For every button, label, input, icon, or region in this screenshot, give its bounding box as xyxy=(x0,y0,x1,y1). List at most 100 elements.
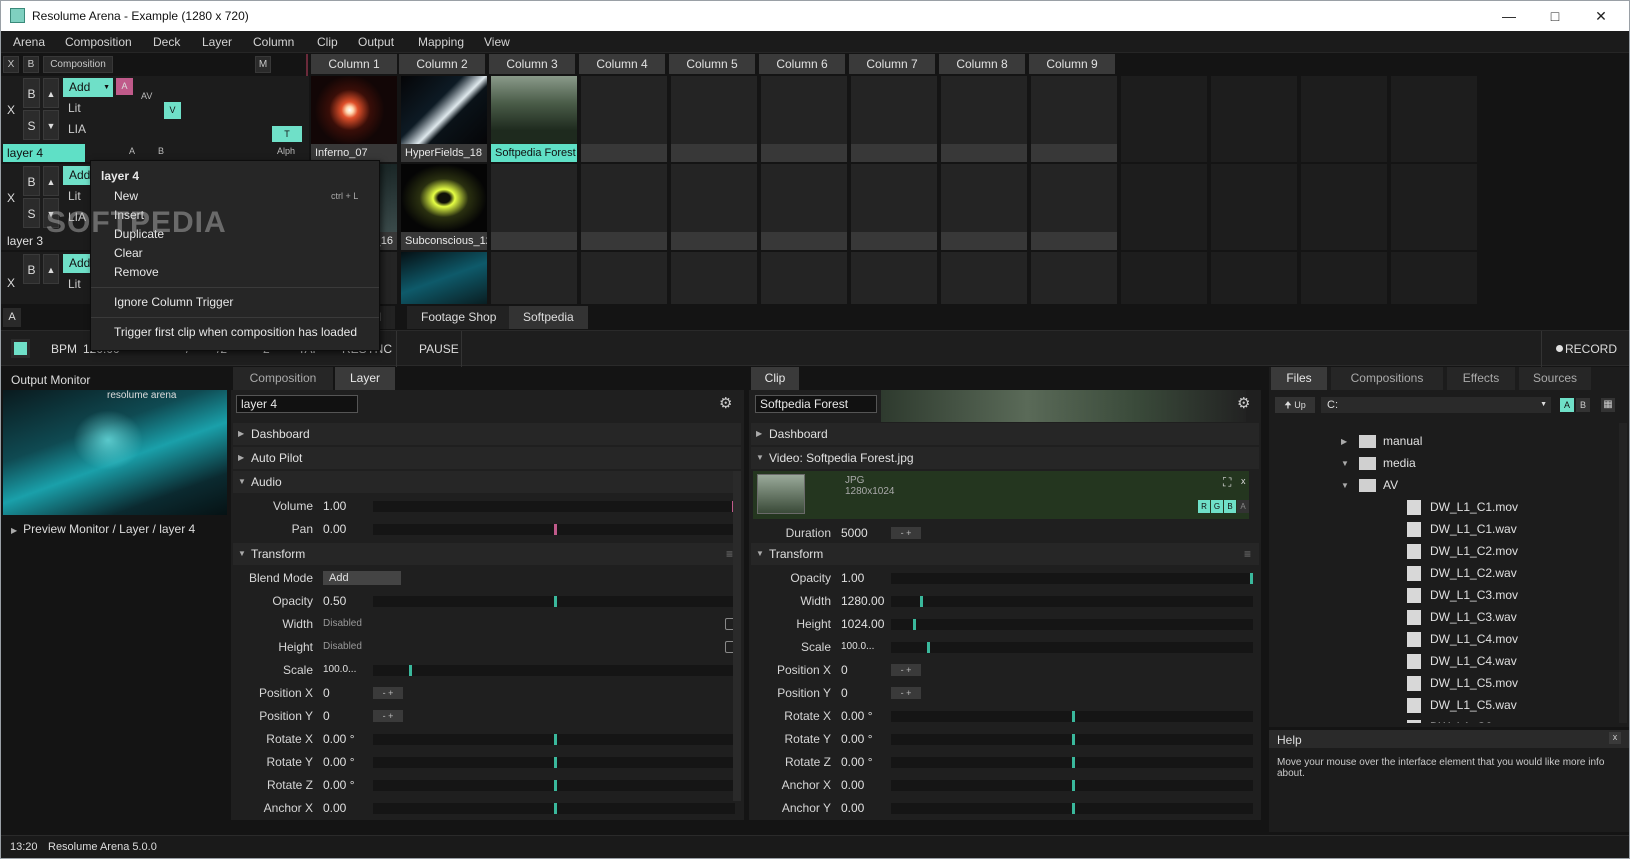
composition-button[interactable]: Composition xyxy=(43,56,113,73)
browser-tab-sources[interactable]: Sources xyxy=(1519,367,1591,390)
file-item[interactable]: DW_L1_C5.wav xyxy=(1269,695,1609,716)
deck-tab-softpedia[interactable]: Softpedia xyxy=(509,306,588,329)
clip-param-value[interactable]: 0 xyxy=(841,659,848,681)
clip-slot[interactable] xyxy=(1121,164,1207,250)
browser-deck-b-button[interactable]: B xyxy=(1576,398,1590,412)
browser-tab-effects[interactable]: Effects xyxy=(1447,367,1515,390)
layer-param-value[interactable]: 0.50 xyxy=(323,590,346,612)
layer-4-clear-button[interactable]: X xyxy=(3,78,19,142)
layer-param-value[interactable]: 0.00 xyxy=(323,797,346,819)
clip-slot[interactable] xyxy=(761,164,847,250)
clip-slot[interactable]: Inferno_07 xyxy=(311,76,397,162)
layer-2-bypass-button[interactable]: B xyxy=(23,254,40,284)
plus-minus-stepper[interactable]: - + xyxy=(373,710,403,722)
layer-4-lit-label[interactable]: Lit xyxy=(68,101,81,115)
clip-slot[interactable]: Softpedia Forest xyxy=(491,76,577,162)
file-item[interactable]: DW_L1_C2.wav xyxy=(1269,563,1609,584)
clip-slot[interactable] xyxy=(1031,164,1117,250)
layer-param-value[interactable]: Disabled xyxy=(323,636,362,658)
menu-composition[interactable]: Composition xyxy=(65,35,132,49)
column-header-4[interactable]: Column 4 xyxy=(579,54,665,74)
fullscreen-icon[interactable]: ⛶ xyxy=(1223,475,1231,490)
context-menu-clear[interactable]: Clear xyxy=(114,246,143,260)
tab-layer[interactable]: Layer xyxy=(335,367,395,390)
remove-video-button[interactable]: x xyxy=(1241,476,1246,486)
clip-param-value[interactable]: 0.00 ° xyxy=(841,705,873,727)
clip-param-value[interactable]: 1024.00 xyxy=(841,613,884,635)
browser-tab-files[interactable]: Files xyxy=(1271,367,1327,390)
clip-slot[interactable]: HyperFields_18 xyxy=(401,76,487,162)
channel-r-toggle[interactable]: R xyxy=(1198,500,1210,513)
clip-slot[interactable] xyxy=(1391,252,1477,304)
clip-name-field[interactable]: Softpedia Forest xyxy=(755,395,877,413)
clip-slot[interactable] xyxy=(851,252,937,304)
slider-handle[interactable] xyxy=(554,803,557,814)
clip-param-slider[interactable] xyxy=(891,573,1253,584)
clip-slot[interactable] xyxy=(1391,164,1477,250)
context-menu-ignore-column-trigger[interactable]: Ignore Column Trigger xyxy=(114,295,233,309)
layer-3-clear-button[interactable]: X xyxy=(3,166,19,230)
clip-slot[interactable] xyxy=(761,252,847,304)
layer-param-slider[interactable] xyxy=(373,803,735,814)
file-item[interactable]: DW_L1_C1.mov xyxy=(1269,497,1609,518)
clip-slot[interactable] xyxy=(671,252,757,304)
drag-handle-icon[interactable]: ≡ xyxy=(726,543,733,565)
layer-param-value[interactable]: 100.0... xyxy=(323,659,356,681)
preview-monitor-expander[interactable]: ▶ Preview Monitor / Layer / layer 4 xyxy=(11,522,195,536)
chevron-down-icon[interactable]: ▼ xyxy=(1341,453,1349,474)
layer-4-down-button[interactable]: ▼ xyxy=(43,110,59,140)
clip-slot[interactable] xyxy=(581,164,667,250)
plus-minus-stepper[interactable]: - + xyxy=(891,527,921,539)
clip-param-value[interactable]: 1280.00 xyxy=(841,590,884,612)
minimize-button[interactable]: — xyxy=(1486,1,1532,31)
clip-param-slider[interactable] xyxy=(891,711,1253,722)
output-monitor-preview[interactable]: resolume arena xyxy=(3,390,227,515)
clip-slot[interactable] xyxy=(941,76,1027,162)
slider-handle[interactable] xyxy=(1072,803,1075,814)
folder-item[interactable]: ▼ AV xyxy=(1269,475,1609,496)
clip-slot[interactable] xyxy=(1031,252,1117,304)
audio-section[interactable]: ▼ Audio xyxy=(233,471,741,493)
layer-3-name[interactable]: layer 3 xyxy=(3,232,43,250)
clip-param-slider[interactable] xyxy=(891,780,1253,791)
context-menu-trigger-first-clip[interactable]: Trigger first clip when composition has … xyxy=(114,325,357,339)
video-section[interactable]: ▼ Video: Softpedia Forest.jpg xyxy=(751,447,1259,469)
video-thumbnail[interactable] xyxy=(757,474,805,514)
clip-slot[interactable] xyxy=(491,252,577,304)
layer-param-slider[interactable] xyxy=(373,665,735,676)
layer-4-bypass-button[interactable]: B xyxy=(23,78,40,108)
layer-panel-scrollbar[interactable] xyxy=(733,471,741,801)
layer-2-blend-select[interactable]: Add xyxy=(63,254,93,273)
column-header-1[interactable]: Column 1 xyxy=(311,54,397,74)
dashboard-section[interactable]: ▶ Dashboard xyxy=(233,423,741,445)
clip-slot[interactable] xyxy=(851,76,937,162)
layer-param-value[interactable]: 0 xyxy=(323,682,330,704)
menu-view[interactable]: View xyxy=(484,35,510,49)
folder-item[interactable]: ▶ manual xyxy=(1269,431,1609,452)
clip-param-slider[interactable] xyxy=(891,596,1253,607)
browser-up-button[interactable]: 🠉 Up xyxy=(1275,397,1315,413)
clip-slot[interactable] xyxy=(851,164,937,250)
file-item[interactable]: DW_L1_C3.mov xyxy=(1269,585,1609,606)
transform-section[interactable]: ▼ Transform ≡ xyxy=(233,543,741,565)
clip-slot[interactable] xyxy=(581,76,667,162)
menu-arena[interactable]: Arena xyxy=(13,35,45,49)
layer-4-up-button[interactable]: ▲ xyxy=(43,78,59,108)
clip-slot[interactable] xyxy=(1301,252,1387,304)
maximize-button[interactable]: □ xyxy=(1532,1,1578,31)
record-button[interactable]: RECORD xyxy=(1541,331,1629,367)
layer-param-value[interactable]: Add xyxy=(323,571,401,585)
clip-param-value[interactable]: 0.00 ° xyxy=(841,728,873,750)
slider-handle[interactable] xyxy=(554,780,557,791)
layer-4-a-button[interactable]: A xyxy=(116,78,133,95)
browser-tab-compositions[interactable]: Compositions xyxy=(1331,367,1443,390)
column-header-7[interactable]: Column 7 xyxy=(849,54,935,74)
audio-param-slider[interactable] xyxy=(373,524,735,535)
layer-4-b-tab[interactable]: B xyxy=(158,146,164,156)
column-header-2[interactable]: Column 2 xyxy=(399,54,485,74)
clip-slot[interactable] xyxy=(1121,252,1207,304)
layer-4-lia-label[interactable]: LIA xyxy=(68,122,86,136)
slider-handle[interactable] xyxy=(1072,780,1075,791)
clip-slot[interactable] xyxy=(1031,76,1117,162)
audio-param-slider[interactable] xyxy=(373,501,735,512)
